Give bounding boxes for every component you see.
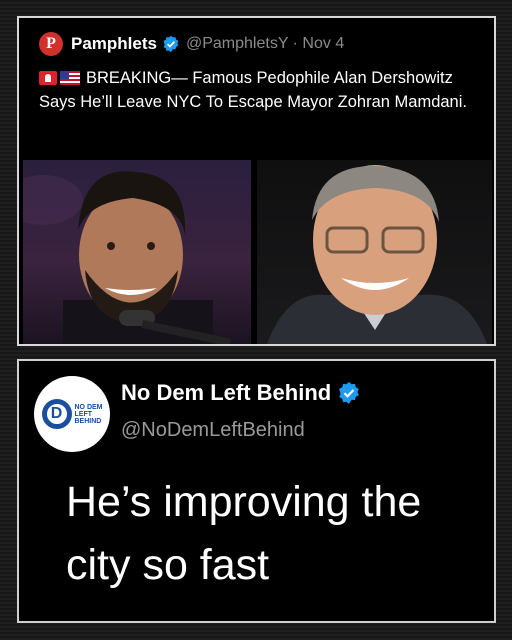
verified-badge-icon [339,382,360,404]
tweet-text: He’s improving the city so fast [66,478,422,589]
author-name-row: No Dem Left Behind [121,380,367,406]
photo-dershowitz[interactable] [257,160,492,344]
tweet-text: BREAKING— Famous Pedophile Alan Dershowi… [39,66,479,114]
ndlb-avatar[interactable]: D NO DEM LEFT BEHIND [34,376,110,452]
author-name[interactable]: No Dem Left Behind [121,380,331,406]
bottom-tweet-card: D NO DEM LEFT BEHIND No Dem Left Behind … [17,359,496,623]
siren-emoji-icon [39,71,57,85]
author-handle[interactable]: @NoDemLeftBehind [121,419,305,442]
avatar-wordmark: NO DEM LEFT BEHIND [75,404,103,425]
tweet-header: P Pamphlets @PamphletsY · Nov 4 [39,32,344,56]
pamphlets-avatar[interactable]: P [39,32,63,56]
avatar-letter: P [46,35,56,52]
dershowitz-portrait [267,165,487,344]
us-flag-emoji-icon [60,71,80,85]
mamdani-portrait [23,171,232,344]
tweet-body: BREAKING— Famous Pedophile Alan Dershowi… [39,69,467,111]
avatar-line-3: BEHIND [74,417,102,425]
avatar-line-1: NO DEM [74,403,103,411]
top-tweet-card: P Pamphlets @PamphletsY · Nov 4 BREAKING… [17,16,496,346]
author-name[interactable]: Pamphlets [71,34,157,54]
verified-badge-icon [163,35,179,53]
author-handle-date[interactable]: @PamphletsY · Nov 4 [186,35,344,53]
avatar-letter: D [50,405,63,422]
photo-mamdani[interactable] [23,160,251,344]
d-logo-icon: D [41,399,72,429]
avatar-line-2: LEFT [74,410,93,418]
